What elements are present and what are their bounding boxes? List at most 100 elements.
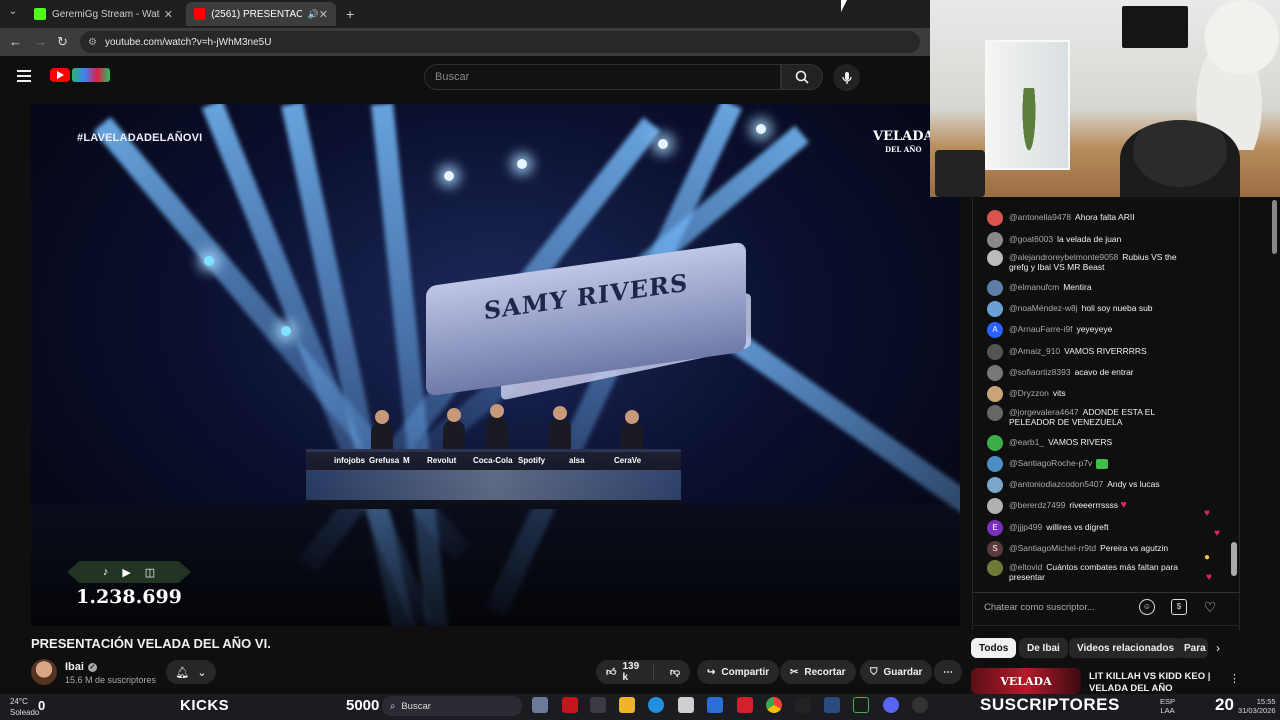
chat-author[interactable]: @earb1_ [1009,437,1044,447]
share-button[interactable]: ↪ Compartir [697,660,780,684]
chat-author[interactable]: @eltovid [1009,562,1042,572]
site-info-icon[interactable]: ⚙ [88,37,97,48]
thumbs-down-icon: 👎︎ [669,667,680,678]
velada-logo: VELADA DEL AÑO [873,130,934,156]
chat-avatar [987,477,1003,493]
browser-tab-kick[interactable]: GeremiGg Stream - Watch Live ✕ [26,2,181,26]
more-actions-button[interactable]: ⋯ [934,660,962,684]
audio-playing-icon[interactable]: 🔊 [308,9,319,20]
tab-search-icon[interactable]: ⌄ [6,6,20,20]
taskbar-search[interactable]: ⌕ Buscar [382,696,522,716]
chip-related-videos[interactable]: Videos relacionados [1069,638,1183,658]
chat-author[interactable]: @ArnauFarre-i9f [1009,324,1072,334]
chat-author[interactable]: @jjjp499 [1009,522,1042,532]
related-video-thumbnail[interactable]: VELADA [971,668,1081,694]
chat-message: @Dryzzon vits [987,386,1197,402]
chrome-icon[interactable] [766,697,782,713]
kebab-menu-icon[interactable]: ⋮ [1229,672,1240,685]
chat-avatar [987,301,1003,317]
file-explorer-icon[interactable] [619,697,635,713]
floating-heart-icon: ♥ [1214,528,1220,539]
chip-all[interactable]: Todos [971,638,1017,658]
lang-line2: LAA [1160,706,1175,715]
chat-author[interactable]: @sofiaortiz8393 [1009,367,1071,377]
chip-from-ibai[interactable]: De Ibai [1019,638,1068,658]
chat-author[interactable]: @bererdz7499 [1009,500,1065,510]
chat-author[interactable]: @SantiagoMichel-rr9td [1009,543,1096,553]
youtube-header: Buscar [0,56,930,100]
related-video-title[interactable]: LIT KILLAH VS KIDD KEO | VELADA DEL AÑO [1089,671,1214,695]
sponsor-logo: Coca-Cola [473,456,513,465]
chat-text: vits [1052,388,1066,398]
browser-tab-youtube[interactable]: (2561) PRESENTACIÓN VEL… 🔊 ✕ [186,2,336,26]
red-heart-icon: ♥ [1120,499,1127,511]
app-icon[interactable] [562,697,578,713]
new-tab-button[interactable]: + [346,6,354,22]
weather-temp: 24°C [10,697,28,706]
reload-icon[interactable]: ↻ [57,34,68,50]
sponsor-logo: M [403,456,410,465]
save-button[interactable]: ⛉ Guardar [860,660,933,684]
chat-scrollbar[interactable] [1231,542,1237,576]
menu-icon[interactable] [17,70,31,82]
epic-games-icon[interactable] [795,697,811,713]
forward-arrow-icon[interactable]: → [34,34,47,49]
super-chat-icon[interactable]: $ [1171,599,1187,615]
store-icon[interactable] [678,697,694,713]
edge-icon[interactable] [648,697,664,713]
app-icon[interactable] [912,697,928,713]
app-icon[interactable] [737,697,753,713]
channel-avatar[interactable] [31,659,57,685]
search-button[interactable] [781,64,823,90]
discord-icon[interactable] [883,697,899,713]
chat-author[interactable]: @antonella9478 [1009,212,1071,222]
viewer-count: 1.238.699 [76,586,182,608]
video-player[interactable]: SAMY RIVERS infojobs Grefusa M Revolut C… [31,104,960,626]
chat-author[interactable]: @jorgevalera4647 [1009,407,1079,417]
chat-author[interactable]: @antoniodiazcodon5407 [1009,479,1103,489]
chat-message: @eltovid Cuántos combates más faltan para… [987,560,1197,582]
dislike-button[interactable]: 👎︎ [660,666,690,678]
emote-icon [1096,458,1109,469]
chat-author[interactable]: @Amaiz_910 [1009,346,1060,356]
thumbnail-text: VELADA [1000,674,1052,688]
kicks-value: 5000 [346,697,380,714]
system-clock[interactable]: 15:55 31/03/2026 [1238,697,1276,715]
floating-heart-icon: ♥ [1204,508,1210,519]
channel-name[interactable]: Ibai ✓ [65,661,97,673]
weather-widget[interactable]: 24°C Soleado 0 [10,697,45,717]
chat-author[interactable]: @goat6003 [1009,234,1053,244]
page-scrollbar[interactable] [1272,200,1277,254]
chat-author[interactable]: @noaMéndez-w8j [1009,303,1078,313]
back-arrow-icon[interactable]: ← [9,34,22,49]
chat-author[interactable]: @Dryzzon [1009,388,1049,398]
notifications-button[interactable]: 🔔︎ ⌄ [166,660,216,684]
address-bar[interactable]: ⚙ youtube.com/watch?v=h-jWhM3ne5U [80,31,920,53]
sponsor-logo: Grefusa [369,456,400,465]
emoji-icon[interactable]: ☺ [1139,599,1155,615]
chat-message: @antonella9478 Ahora falta ARII [987,210,1197,226]
chat-author[interactable]: @SantiagoRoche-p7v [1009,458,1092,468]
app-icon[interactable] [590,697,606,713]
chip-for-you[interactable]: Para [1176,638,1208,658]
youtube-logo[interactable] [50,68,110,82]
heart-icon[interactable]: ♡ [1202,599,1218,615]
chat-input[interactable]: Chatear como suscriptor... [984,598,1132,616]
chat-avatar [987,344,1003,360]
app-icon[interactable] [824,697,840,713]
close-tab-icon[interactable]: ✕ [164,8,173,21]
language-indicator[interactable]: ESP LAA [1160,697,1175,715]
clip-button[interactable]: ✂ Recortar [780,660,856,684]
like-button[interactable]: 👍︎ 139 k [596,661,654,683]
search-input[interactable]: Buscar [424,64,781,90]
task-view-icon[interactable] [532,697,548,713]
app-icon[interactable] [853,697,869,713]
more-icon: ⋯ [943,666,953,678]
voice-search-button[interactable] [833,64,860,91]
mail-icon[interactable] [707,697,723,713]
chat-author[interactable]: @elmanufcm [1009,282,1059,292]
close-tab-icon[interactable]: ✕ [319,8,328,21]
chat-author[interactable]: @alejandroreybelmonte9058 [1009,252,1118,262]
chevron-right-icon[interactable]: › [1216,641,1220,655]
chat-avatar [987,280,1003,296]
